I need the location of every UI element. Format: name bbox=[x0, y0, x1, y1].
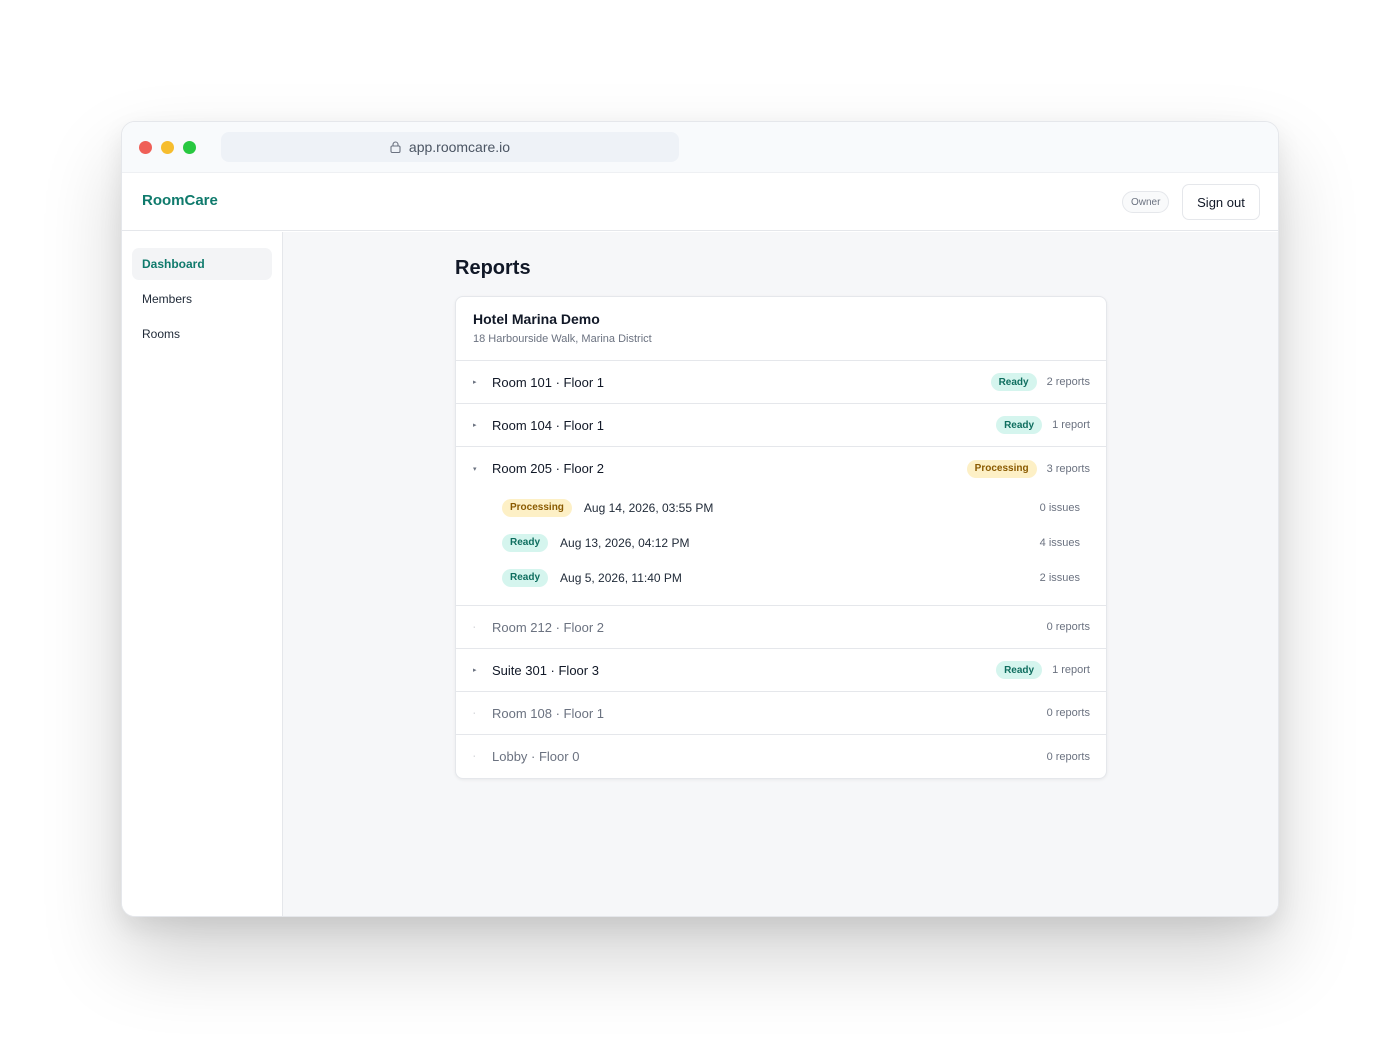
report-item[interactable]: Processing Aug 14, 2026, 03:55 PM 0 issu… bbox=[456, 490, 1106, 525]
report-item[interactable]: Ready Aug 13, 2026, 04:12 PM 4 issues bbox=[456, 525, 1106, 560]
page-title: Reports bbox=[455, 257, 531, 279]
bullet-icon: · bbox=[473, 753, 476, 760]
room-row[interactable]: · Lobby · Floor 0 0 reports bbox=[456, 735, 1106, 778]
report-count: 0 reports bbox=[1046, 750, 1090, 763]
report-date[interactable]: Aug 5, 2026, 11:40 PM bbox=[560, 571, 1040, 585]
expand-caret-icon[interactable]: ▸ bbox=[473, 666, 487, 674]
brand-logo[interactable]: RoomCare bbox=[142, 192, 218, 209]
report-status-badge: Ready bbox=[502, 533, 549, 552]
room-name: Room 212 · Floor 2 bbox=[492, 619, 604, 635]
room-name: Suite 301 · Floor 3 bbox=[492, 662, 599, 678]
expanded-room-group: ▾ Room 205 · Floor 2 Processing 3 report… bbox=[456, 447, 1106, 606]
room-name: Room 101 · Floor 1 bbox=[492, 374, 604, 390]
minimize-window-button[interactable] bbox=[161, 141, 174, 154]
bullet-icon: · bbox=[473, 709, 476, 717]
report-date[interactable]: Aug 13, 2026, 04:12 PM bbox=[560, 536, 1040, 550]
url-text: app.roomcare.io bbox=[408, 139, 511, 155]
status-badge: Processing bbox=[966, 459, 1037, 478]
room-row[interactable]: · Room 212 · Floor 2 0 reports bbox=[456, 606, 1106, 649]
room-row[interactable]: ▸ Room 101 · Floor 1 Ready 2 reports bbox=[456, 361, 1106, 404]
maximize-window-button[interactable] bbox=[183, 141, 196, 154]
report-count: 2 reports bbox=[1046, 376, 1090, 388]
role-badge: Owner bbox=[1122, 191, 1170, 213]
main-content: Reports Hotel Marina Demo 18 Harbourside… bbox=[283, 232, 1278, 916]
report-count: 3 reports bbox=[1046, 462, 1090, 475]
report-date[interactable]: Aug 14, 2026, 03:55 PM bbox=[584, 501, 1040, 515]
room-name: Room 104 · Floor 1 bbox=[492, 417, 604, 433]
expand-caret-icon[interactable]: ▸ bbox=[473, 378, 487, 386]
room-name: Room 205 · Floor 2 bbox=[492, 461, 604, 476]
report-count: 1 report bbox=[1052, 419, 1090, 431]
expand-caret-icon[interactable]: ▸ bbox=[473, 421, 487, 429]
room-row[interactable]: ▸ Suite 301 · Floor 3 Ready 1 report bbox=[456, 649, 1106, 692]
status-badge: Ready bbox=[990, 373, 1037, 391]
report-status-badge: Ready bbox=[502, 568, 549, 587]
property-card: Hotel Marina Demo 18 Harbourside Walk, M… bbox=[455, 296, 1107, 779]
property-address: 18 Harbourside Walk, Marina District bbox=[473, 333, 652, 345]
sidebar: Dashboard Members Rooms bbox=[122, 232, 283, 916]
report-issues: 2 issues bbox=[1039, 571, 1080, 584]
property-header: Hotel Marina Demo 18 Harbourside Walk, M… bbox=[456, 297, 1106, 361]
sidebar-item-members[interactable]: Members bbox=[132, 283, 272, 315]
sign-out-button[interactable]: Sign out bbox=[1182, 184, 1260, 220]
browser-window: app.roomcare.io RoomCare Owner Sign out … bbox=[121, 121, 1279, 917]
room-row[interactable]: ▾ Room 205 · Floor 2 Processing 3 report… bbox=[456, 447, 1106, 490]
room-row[interactable]: ▸ Room 104 · Floor 1 Ready 1 report bbox=[456, 404, 1106, 447]
status-badge: Ready bbox=[996, 661, 1043, 679]
report-count: 0 reports bbox=[1046, 707, 1090, 719]
bullet-icon: · bbox=[473, 623, 476, 631]
room-name: Lobby · Floor 0 bbox=[492, 749, 580, 764]
room-row[interactable]: · Room 108 · Floor 1 0 reports bbox=[456, 692, 1106, 735]
report-count: 0 reports bbox=[1046, 621, 1090, 633]
report-item[interactable]: Ready Aug 5, 2026, 11:40 PM 2 issues bbox=[456, 560, 1106, 595]
status-badge: Ready bbox=[996, 416, 1043, 434]
report-status-badge: Processing bbox=[502, 498, 572, 517]
lock-icon bbox=[390, 141, 401, 153]
sidebar-item-rooms[interactable]: Rooms bbox=[132, 318, 272, 350]
report-issues: 0 issues bbox=[1039, 501, 1080, 514]
report-issues: 4 issues bbox=[1039, 536, 1080, 549]
collapse-caret-icon[interactable]: ▾ bbox=[473, 465, 487, 473]
close-window-button[interactable] bbox=[139, 141, 152, 154]
property-name: Hotel Marina Demo bbox=[473, 311, 600, 327]
sidebar-item-dashboard[interactable]: Dashboard bbox=[132, 248, 272, 280]
report-count: 1 report bbox=[1052, 664, 1090, 676]
app-header: RoomCare Owner Sign out bbox=[122, 173, 1278, 231]
app-body: Dashboard Members Rooms Reports Hotel Ma… bbox=[122, 232, 1278, 916]
address-bar[interactable]: app.roomcare.io bbox=[221, 132, 679, 162]
browser-titlebar: app.roomcare.io bbox=[122, 122, 1278, 173]
room-name: Room 108 · Floor 1 bbox=[492, 705, 604, 721]
